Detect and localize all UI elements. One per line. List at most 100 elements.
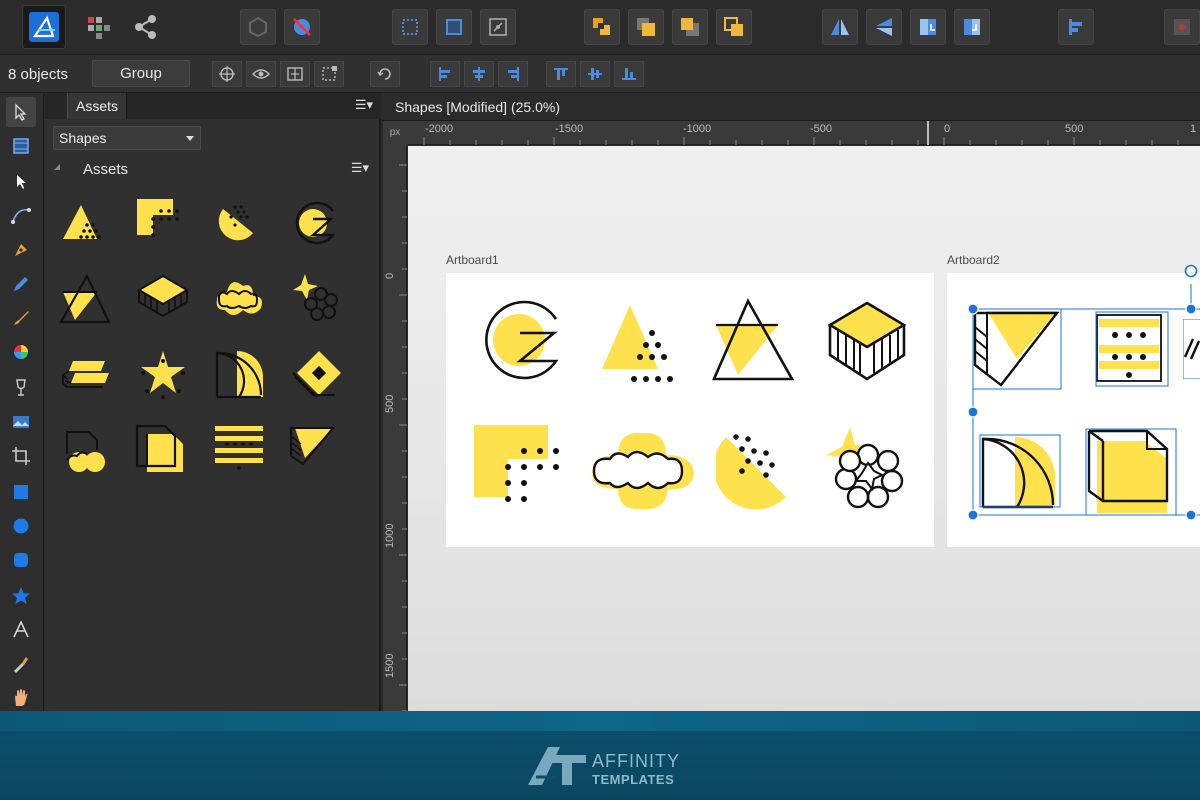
- arrange-front-icon[interactable]: [716, 9, 752, 45]
- asset-half-circle-dots[interactable]: [209, 195, 269, 255]
- asset-cloud[interactable]: [209, 270, 269, 330]
- shape-square-dots[interactable]: [472, 421, 572, 521]
- asset-square-dots[interactable]: [133, 195, 193, 255]
- rotate-right-icon[interactable]: [954, 9, 990, 45]
- ruler-label: -1500: [555, 123, 584, 135]
- distribute-icon[interactable]: [280, 61, 310, 87]
- document-title: Shapes [Modified] (25.0%): [395, 99, 560, 115]
- rotate-left-icon[interactable]: [910, 9, 946, 45]
- horizontal-ruler[interactable]: -2000 -1500 -1000 -500 0 500 1: [407, 121, 1200, 145]
- shape-half-circle-dots[interactable]: [716, 431, 796, 511]
- crop-tool-icon[interactable]: [6, 441, 36, 471]
- crosshair-icon[interactable]: [212, 61, 242, 87]
- pencil-tool-icon[interactable]: [6, 269, 36, 299]
- snapping-icon[interactable]: [284, 9, 320, 45]
- asset-category-header[interactable]: Assets ☰▾: [45, 156, 381, 182]
- asset-star-flower[interactable]: [285, 270, 345, 330]
- move-tool-icon[interactable]: [6, 97, 36, 127]
- ruler-label: 500: [384, 394, 396, 413]
- app-window: 8 objects Group Assets ☰▾ Shapes Assets …: [0, 0, 1200, 800]
- align-left-edges-icon[interactable]: [430, 61, 460, 87]
- category-menu-icon[interactable]: ☰▾: [351, 160, 369, 176]
- transform-bounds-icon[interactable]: [436, 9, 472, 45]
- shape-letter-c-z[interactable]: [474, 295, 564, 385]
- selection-bounds[interactable]: [948, 262, 1200, 524]
- place-image-tool-icon[interactable]: [6, 407, 36, 437]
- bounding-box-icon[interactable]: [314, 61, 344, 87]
- align-middle-icon[interactable]: [580, 61, 610, 87]
- shape-triangle-dots[interactable]: [596, 299, 696, 389]
- asset-letter-c-z[interactable]: [285, 195, 345, 255]
- view-tool-icon[interactable]: [6, 683, 36, 713]
- shape-triangle-in-triangle[interactable]: [708, 295, 798, 387]
- rounded-rectangle-tool-icon[interactable]: [6, 545, 36, 575]
- brand-banner: AFFINITY TEMPLATES: [0, 711, 1200, 800]
- vertical-ruler[interactable]: 0 500 1000 1500: [383, 145, 407, 713]
- color-picker-tool-icon[interactable]: [6, 649, 36, 679]
- artboard-tool-icon[interactable]: [6, 131, 36, 161]
- flip-vertical-icon[interactable]: [866, 9, 902, 45]
- affinity-templates-logo-icon: [528, 747, 586, 785]
- hamburger-menu-icon[interactable]: ☰▾: [355, 97, 373, 113]
- asset-star-dots[interactable]: [133, 345, 193, 405]
- ellipse-tool-icon[interactable]: [6, 511, 36, 541]
- align-bottom-icon[interactable]: [614, 61, 644, 87]
- pixel-persona-icon[interactable]: [80, 9, 116, 45]
- brand-name: AFFINITY: [592, 751, 680, 771]
- tab-assets[interactable]: Assets: [67, 93, 128, 119]
- star-tool-icon[interactable]: [6, 581, 36, 611]
- ruler-label: 1000: [384, 523, 396, 548]
- asset-diamond-square[interactable]: [285, 345, 345, 405]
- asset-quarter-circle[interactable]: [209, 345, 269, 405]
- asset-stacked-bars[interactable]: [57, 345, 117, 405]
- vector-brush-tool-icon[interactable]: [6, 303, 36, 333]
- pen-tool-icon[interactable]: [6, 235, 36, 265]
- transform-origin-icon[interactable]: [480, 9, 516, 45]
- transparency-tool-icon[interactable]: [6, 373, 36, 403]
- transform-objects-icon[interactable]: [392, 9, 428, 45]
- asset-triangle-dots[interactable]: [57, 195, 117, 255]
- asset-isometric-cube[interactable]: [133, 270, 193, 330]
- asset-folded-square[interactable]: [133, 420, 193, 480]
- chevron-down-icon: [186, 136, 194, 141]
- asset-slanted-wedge[interactable]: [285, 420, 345, 480]
- arrange-forward-icon[interactable]: [672, 9, 708, 45]
- text-tool-icon[interactable]: [6, 615, 36, 645]
- export-persona-icon[interactable]: [128, 9, 164, 45]
- ruler-label: 500: [1065, 123, 1084, 135]
- banner-stripe: [0, 711, 1200, 731]
- shape-cloud[interactable]: [588, 425, 698, 515]
- category-select[interactable]: Shapes: [53, 126, 201, 150]
- document-tab[interactable]: Shapes [Modified] (25.0%): [383, 93, 1200, 121]
- artboard1[interactable]: [446, 273, 934, 547]
- arrange-backward-icon[interactable]: [628, 9, 664, 45]
- ruler-ticks-v: [399, 164, 407, 712]
- main-toolbar: [0, 0, 1200, 55]
- align-center-icon[interactable]: [464, 61, 494, 87]
- affinity-designer-logo-icon[interactable]: [22, 5, 66, 49]
- shape-isometric-cube[interactable]: [820, 295, 914, 389]
- flip-horizontal-icon[interactable]: [822, 9, 858, 45]
- asset-paper-cloud[interactable]: [57, 420, 117, 480]
- asset-stripes-dots[interactable]: [209, 420, 269, 480]
- align-top-icon[interactable]: [546, 61, 576, 87]
- asset-triangle-in-triangle[interactable]: [57, 270, 117, 330]
- align-right-edges-icon[interactable]: [498, 61, 528, 87]
- eye-icon[interactable]: [246, 61, 276, 87]
- canvas[interactable]: Artboard1 Artboard2: [408, 146, 1200, 713]
- fill-tool-icon[interactable]: [6, 337, 36, 367]
- node-tool-icon[interactable]: [6, 167, 36, 197]
- shape-star-flower[interactable]: [822, 423, 914, 515]
- arrange-back-icon[interactable]: [584, 9, 620, 45]
- align-left-icon[interactable]: [1058, 9, 1094, 45]
- assistant-icon[interactable]: [240, 9, 276, 45]
- rotate-icon[interactable]: [370, 61, 400, 87]
- group-button[interactable]: Group: [92, 60, 190, 87]
- boolean-ops-icon[interactable]: [1164, 9, 1200, 45]
- pen-curve-tool-icon[interactable]: [6, 201, 36, 231]
- collapse-triangle-icon[interactable]: [54, 164, 60, 170]
- rectangle-tool-icon[interactable]: [6, 477, 36, 507]
- category-title: Assets: [83, 161, 129, 178]
- ruler-label: 0: [384, 272, 396, 279]
- artboard1-label[interactable]: Artboard1: [446, 253, 499, 267]
